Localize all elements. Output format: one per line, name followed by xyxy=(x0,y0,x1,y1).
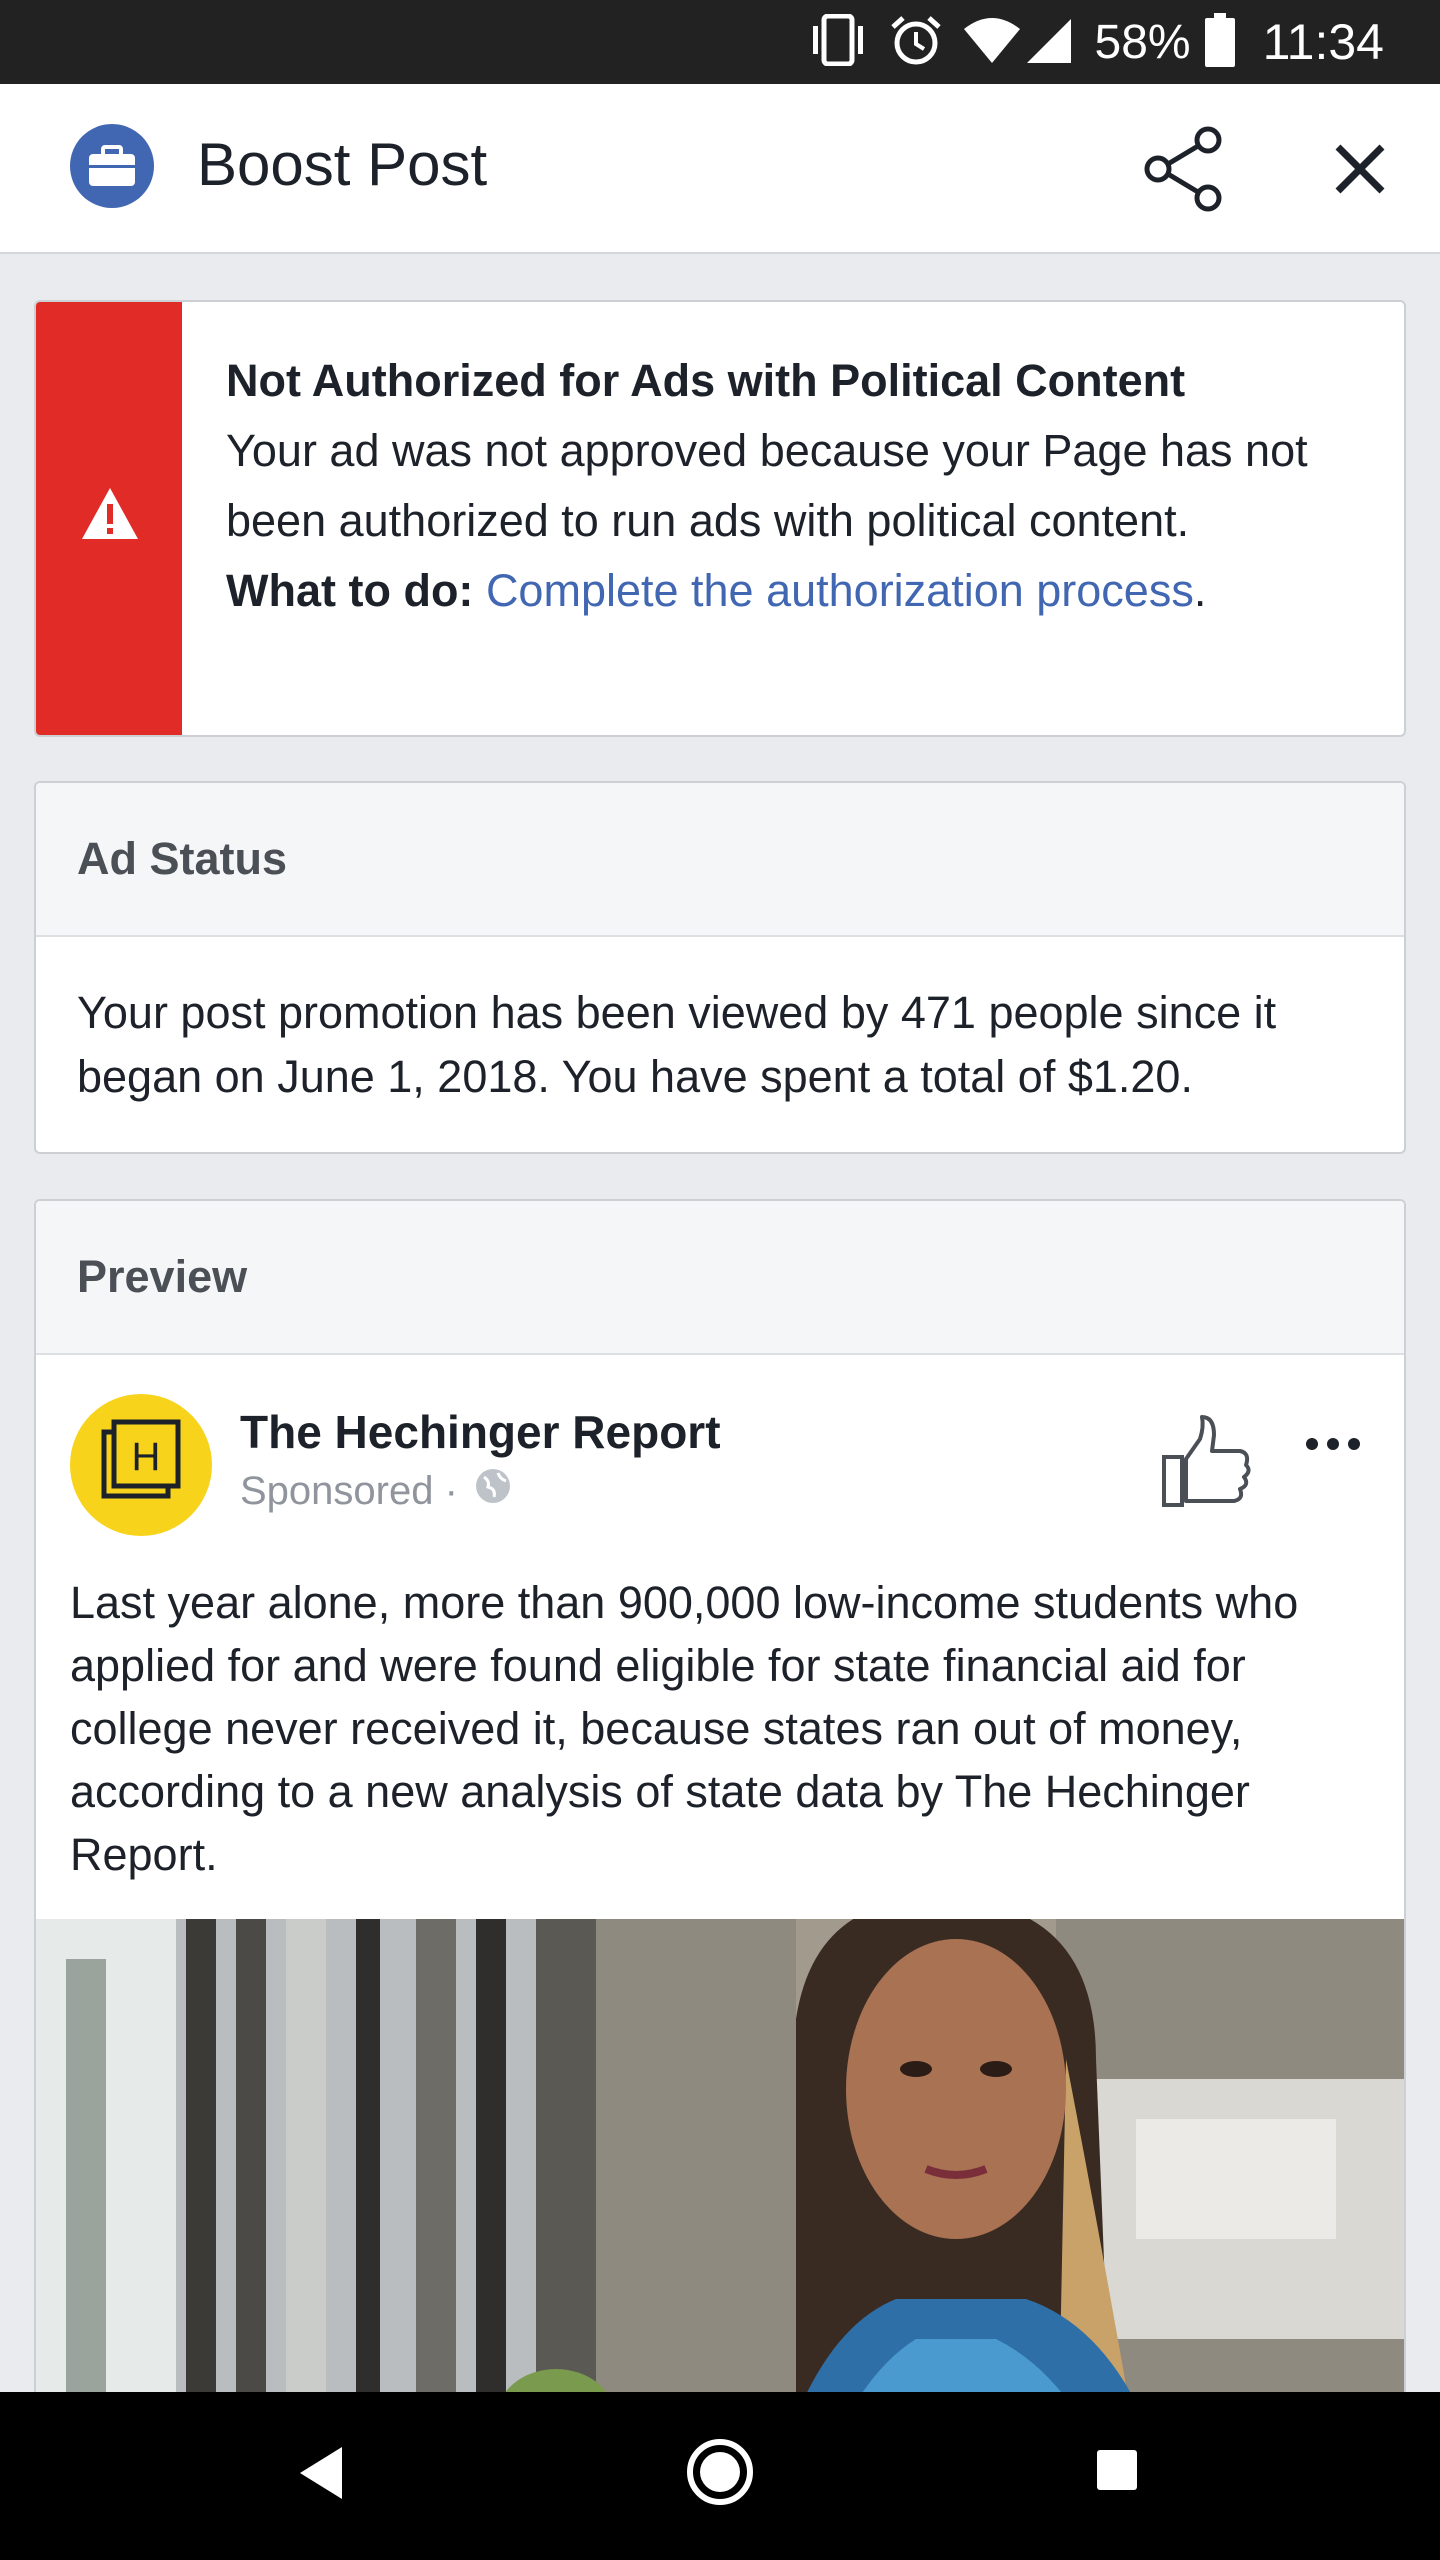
ad-status-card: Ad Status Your post promotion has been v… xyxy=(34,781,1406,1154)
link-suffix: . xyxy=(1193,565,1207,616)
status-bar: 58% 11:34 xyxy=(0,0,1440,84)
page-name[interactable]: The Hechinger Report xyxy=(240,1405,721,1459)
post-meta: Sponsored · xyxy=(240,1467,512,1515)
vibrate-icon xyxy=(807,13,869,71)
alert-title: Not Authorized for Ads with Political Co… xyxy=(226,355,1186,406)
preview-heading: Preview xyxy=(36,1201,1404,1355)
more-icon xyxy=(1306,1438,1360,1450)
close-icon xyxy=(1335,144,1385,194)
page-title: Boost Post xyxy=(197,131,488,198)
app-bar: Boost Post xyxy=(0,84,1440,254)
rejection-alert: Not Authorized for Ads with Political Co… xyxy=(34,300,1406,737)
system-nav-bar xyxy=(0,2392,1440,2560)
more-options-button[interactable] xyxy=(1298,1419,1368,1469)
globe-icon xyxy=(474,1467,512,1515)
what-to-do: What to do: Complete the authorization p… xyxy=(226,556,1356,626)
alert-body: Not Authorized for Ads with Political Co… xyxy=(226,346,1356,626)
avatar-letter: H xyxy=(132,1435,161,1479)
clock: 11:34 xyxy=(1262,14,1384,70)
battery-icon xyxy=(1204,12,1235,72)
wifi-icon xyxy=(963,15,1021,70)
share-icon xyxy=(1144,126,1222,212)
authorization-link[interactable]: Complete the authorization process xyxy=(486,565,1194,616)
close-button[interactable] xyxy=(1320,129,1400,209)
home-icon xyxy=(687,2439,753,2505)
post-text: Last year alone, more than 900,000 low-i… xyxy=(70,1577,1299,1880)
what-to-do-label: What to do: xyxy=(226,565,474,616)
ad-status-heading: Ad Status xyxy=(36,783,1404,937)
preview-card: Preview H The Hechinger Report Sponsored… xyxy=(34,1199,1406,2560)
recents-button[interactable] xyxy=(1095,2448,1139,2492)
hechinger-logo-icon: H xyxy=(101,1419,181,1499)
page-avatar[interactable]: H xyxy=(70,1394,212,1536)
share-button[interactable] xyxy=(1140,124,1230,214)
briefcase-icon xyxy=(70,124,154,208)
recents-icon xyxy=(1097,2450,1137,2490)
alert-message: Your ad was not approved because your Pa… xyxy=(226,425,1308,546)
signal-icon xyxy=(1025,15,1073,70)
ad-status-text: Your post promotion has been viewed by 4… xyxy=(77,987,1277,1102)
home-button[interactable] xyxy=(684,2436,756,2508)
battery-percent: 58% xyxy=(1094,15,1191,69)
back-button[interactable] xyxy=(296,2443,346,2503)
sponsored-label: Sponsored · xyxy=(240,1468,458,1513)
warning-icon xyxy=(80,486,140,542)
alarm-icon xyxy=(889,13,943,72)
like-button[interactable] xyxy=(1156,1413,1256,1513)
back-icon xyxy=(300,2447,342,2499)
like-icon xyxy=(1162,1415,1251,1507)
